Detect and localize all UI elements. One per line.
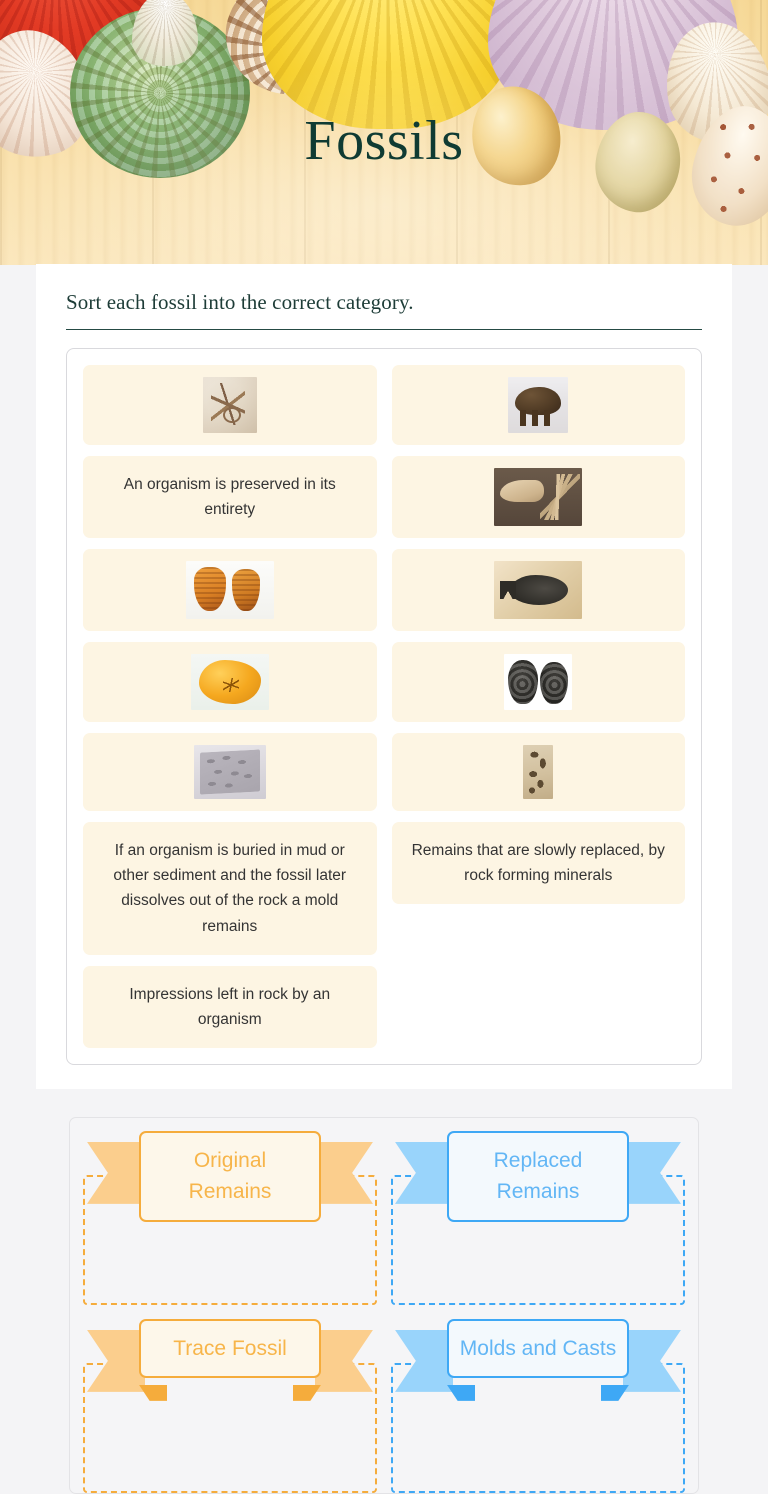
item-label: An organism is preserved in its entirety xyxy=(123,476,336,519)
worksheet-page: Fossils Sort each fossil into the correc… xyxy=(0,0,768,1494)
category-drop-area[interactable] xyxy=(83,1362,377,1493)
header-banner: Fossils xyxy=(0,0,768,265)
draggable-item[interactable]: Impressions left in rock by an organism xyxy=(83,965,377,1048)
fish-fossil-slab-image xyxy=(494,561,583,619)
item-pool-right-column: Remains that are slowly replaced, by roc… xyxy=(391,365,685,905)
category-zone-molds-and-casts[interactable]: Molds and Casts xyxy=(391,1318,685,1493)
gray-trace-impression-slab-image xyxy=(193,745,266,800)
draggable-item[interactable]: Remains that are slowly replaced, by roc… xyxy=(391,822,685,905)
category-zone-replaced-remains[interactable]: Replaced Remains xyxy=(391,1130,685,1305)
category-drop-area[interactable] xyxy=(391,1174,685,1305)
draggable-item[interactable] xyxy=(83,549,377,632)
item-label: If an organism is buried in mud or other… xyxy=(113,842,347,935)
item-pool-left-column: An organism is preserved in its entirety… xyxy=(83,365,377,1048)
draggable-item[interactable] xyxy=(83,365,377,445)
draggable-item[interactable] xyxy=(391,642,685,722)
draggable-item[interactable] xyxy=(391,733,685,811)
trex-skull-skeleton-image xyxy=(494,468,583,526)
page-title: Fossils xyxy=(304,110,464,172)
draggable-item[interactable] xyxy=(83,642,377,723)
instructions-text: Sort each fossil into the correct catego… xyxy=(66,290,702,330)
worksheet-content: Sort each fossil into the correct catego… xyxy=(36,264,732,1089)
item-label: Impressions left in rock by an organism xyxy=(129,985,331,1028)
draggable-item[interactable] xyxy=(83,733,377,812)
orange-trilobite-pair-image xyxy=(185,561,274,620)
draggable-item[interactable]: An organism is preserved in its entirety xyxy=(83,456,377,539)
category-drop-area[interactable] xyxy=(391,1362,685,1493)
draggable-item[interactable] xyxy=(391,456,685,538)
skeleton-in-rock-slab-image xyxy=(202,377,257,433)
dark-ammonite-pair-image xyxy=(504,654,573,710)
draggable-item[interactable] xyxy=(391,365,685,445)
item-pool: An organism is preserved in its entirety… xyxy=(66,348,702,1065)
amber-resin-nodule-image xyxy=(190,654,269,711)
category-panel: Original Remains Replaced Remains Trace … xyxy=(69,1116,699,1494)
item-label: Remains that are slowly replaced, by roc… xyxy=(411,842,665,885)
category-zone-trace-fossil[interactable]: Trace Fossil xyxy=(83,1318,377,1493)
draggable-item[interactable]: If an organism is buried in mud or other… xyxy=(83,822,377,955)
draggable-item[interactable] xyxy=(391,549,685,631)
tan-speckled-slab-image xyxy=(523,745,554,799)
woolly-mammoth-specimen-image xyxy=(508,377,569,433)
category-grid: Original Remains Replaced Remains Trace … xyxy=(83,1130,685,1493)
category-drop-area[interactable] xyxy=(83,1174,377,1305)
item-pool-grid: An organism is preserved in its entirety… xyxy=(83,365,685,1048)
category-zone-original-remains[interactable]: Original Remains xyxy=(83,1130,377,1305)
